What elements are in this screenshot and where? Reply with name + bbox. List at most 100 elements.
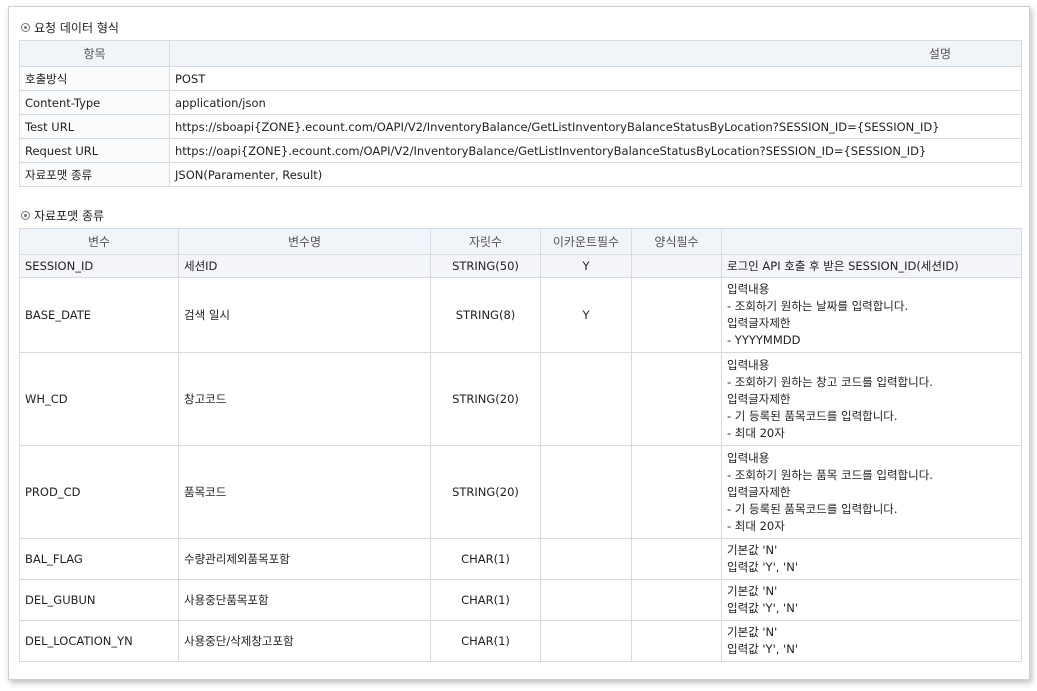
variable-name-cell: 검색 일시 [178,277,431,353]
row-value: JSON(Paramenter, Result) [169,162,1022,187]
header-item: 항목 [19,40,170,67]
table-row: DEL_LOCATION_YN 사용중단/삭제창고포함 CHAR(1) 기본값 'N'… [19,620,1022,662]
ecount-required-cell: Y [540,277,632,353]
table-row: PROD_CD 품목코드 STRING(20) 입력내용 - 조회하기 원하는 품목 코… [19,445,1022,539]
description-line: 기본값 'N' [727,584,778,598]
ecount-required-cell [540,538,632,580]
form-required-cell [631,254,722,278]
description-line: 입력내용 [727,450,770,465]
description-line: - 기 등록된 품목코드를 입력합니다. [727,408,898,423]
ecount-required-cell [540,579,632,621]
description-line: - 조회하기 원하는 날짜를 입력합니다. [727,299,909,313]
description-line: 기본값 'N' [727,543,778,557]
size-cell: STRING(20) [430,445,541,539]
description-line: - 조회하기 원하는 품목 코드를 입력합니다. [727,467,933,482]
variable-cell: BAL_FLAG [19,538,179,580]
header-size: 자릿수 [430,228,541,255]
header-variable: 변수 [19,228,179,255]
row-value: POST [169,66,1022,91]
size-cell: STRING(8) [430,277,541,353]
table-row: WH_CD 창고코드 STRING(20) 입력내용 - 조회하기 원하는 창고 코드를… [19,352,1022,446]
description-line: - YYYYMMDD [727,333,801,347]
row-value: https://oapi{ZONE}.ecount.com/OAPI/V2/In… [169,138,1022,163]
description-cell: 로그인 API 호출 후 받은 SESSION_ID(세션ID) [721,254,1022,278]
variable-name-cell: 품목코드 [178,445,431,539]
description-line: - 기 등록된 품목코드를 입력합니다. [727,501,898,516]
form-required-cell [631,277,722,353]
description-cell: 입력내용 - 조회하기 원하는 날짜를 입력합니다. 입력글자제한 - YYYYMMD… [721,277,1022,353]
form-required-cell [631,352,722,446]
table-row: Request URL https://oapi{ZONE}.ecount.com… [19,138,1022,163]
row-value: https://sboapi{ZONE}.ecount.com/OAPI/V2/… [169,114,1022,139]
description-line: 입력내용 [727,357,770,372]
description-line: 입력내용 [727,282,770,296]
data-format-table: 변수 변수명 자릿수 이카운트필수 양식필수 SESSION_ID 세션ID STR… [19,228,1022,662]
header-form-required: 양식필수 [631,228,722,255]
row-key: 자료포맷 종류 [19,162,170,187]
description-cell: 입력내용 - 조회하기 원하는 품목 코드를 입력합니다. 입력글자제한 - 기 등록… [721,445,1022,539]
header-variable-name: 변수명 [178,228,431,255]
variable-cell: PROD_CD [19,445,179,539]
description-line: 입력값 'Y', 'N' [727,601,798,615]
header-ecount-required: 이카운트필수 [540,228,632,255]
row-key: Test URL [19,114,170,139]
form-required-cell [631,445,722,539]
table-row: 호출방식 POST [19,66,1022,91]
request-format-table: 항목 설명 호출방식 POST Content-Type application/js… [19,40,1022,187]
ecount-required-cell [540,445,632,539]
description-cell: 기본값 'N' 입력값 'Y', 'N' [721,538,1022,580]
size-cell: STRING(20) [430,352,541,446]
description-line: 입력값 'Y', 'N' [727,560,798,574]
row-key: 호출방식 [19,66,170,91]
description-line: 로그인 API 호출 후 받은 SESSION_ID(세션ID) [727,258,959,273]
size-cell: STRING(50) [430,254,541,278]
row-key: Request URL [19,138,170,163]
form-required-cell [631,538,722,580]
row-key: Content-Type [19,90,170,115]
ecount-required-cell [540,620,632,662]
size-cell: CHAR(1) [430,620,541,662]
description-line: - 최대 20자 [727,518,785,533]
row-value: application/json [169,90,1022,115]
description-line: - 최대 20자 [727,425,785,440]
variable-cell: DEL_GUBUN [19,579,179,621]
description-cell: 입력내용 - 조회하기 원하는 창고 코드를 입력합니다. 입력글자제한 - 기 등록… [721,352,1022,446]
table-row: 자료포맷 종류 JSON(Paramenter, Result) [19,162,1022,187]
variable-name-cell: 세션ID [178,254,431,278]
api-doc-panel: 요청 데이터 형식 항목 설명 호출방식 POST Content-Type appl… [8,6,1030,680]
header-description [721,228,1022,255]
variable-name-cell: 창고코드 [178,352,431,446]
table-row: BAL_FLAG 수량관리제외품목포함 CHAR(1) 기본값 'N' 입력값 'Y',… [19,538,1022,580]
variable-cell: SESSION_ID [19,254,179,278]
variable-name-cell: 사용중단품목포함 [178,579,431,621]
variable-name-cell: 수량관리제외품목포함 [178,538,431,580]
table-row: DEL_GUBUN 사용중단품목포함 CHAR(1) 기본값 'N' 입력값 'Y', … [19,579,1022,621]
table-row: SESSION_ID 세션ID STRING(50) Y 로그인 API 호출 후 받은… [19,254,1022,278]
description-line: 입력값 'Y', 'N' [727,642,798,656]
description-line: 입력글자제한 [727,316,791,330]
description-line: 입력글자제한 [727,484,791,499]
bullet-circle-icon [21,211,30,220]
table-row: BASE_DATE 검색 일시 STRING(8) Y 입력내용 - 조회하기 원하는 날… [19,277,1022,353]
size-cell: CHAR(1) [430,538,541,580]
format-section-title: 자료포맷 종류 [21,207,104,224]
description-cell: 기본값 'N' 입력값 'Y', 'N' [721,620,1022,662]
form-required-cell [631,579,722,621]
request-section-title: 요청 데이터 형식 [21,19,119,36]
form-required-cell [631,620,722,662]
bullet-circle-icon [21,23,30,32]
description-cell: 기본값 'N' 입력값 'Y', 'N' [721,579,1022,621]
ecount-required-cell: Y [540,254,632,278]
table-row: Content-Type application/json [19,90,1022,115]
table-row: Test URL https://sboapi{ZONE}.ecount.com/… [19,114,1022,139]
size-cell: CHAR(1) [430,579,541,621]
description-line: 기본값 'N' [727,625,778,639]
variable-cell: BASE_DATE [19,277,179,353]
ecount-required-cell [540,352,632,446]
header-description: 설명 [169,40,1022,67]
variable-name-cell: 사용중단/삭제창고포함 [178,620,431,662]
description-line: - 조회하기 원하는 창고 코드를 입력합니다. [727,374,933,389]
description-line: 입력글자제한 [727,391,791,406]
variable-cell: DEL_LOCATION_YN [19,620,179,662]
variable-cell: WH_CD [19,352,179,446]
